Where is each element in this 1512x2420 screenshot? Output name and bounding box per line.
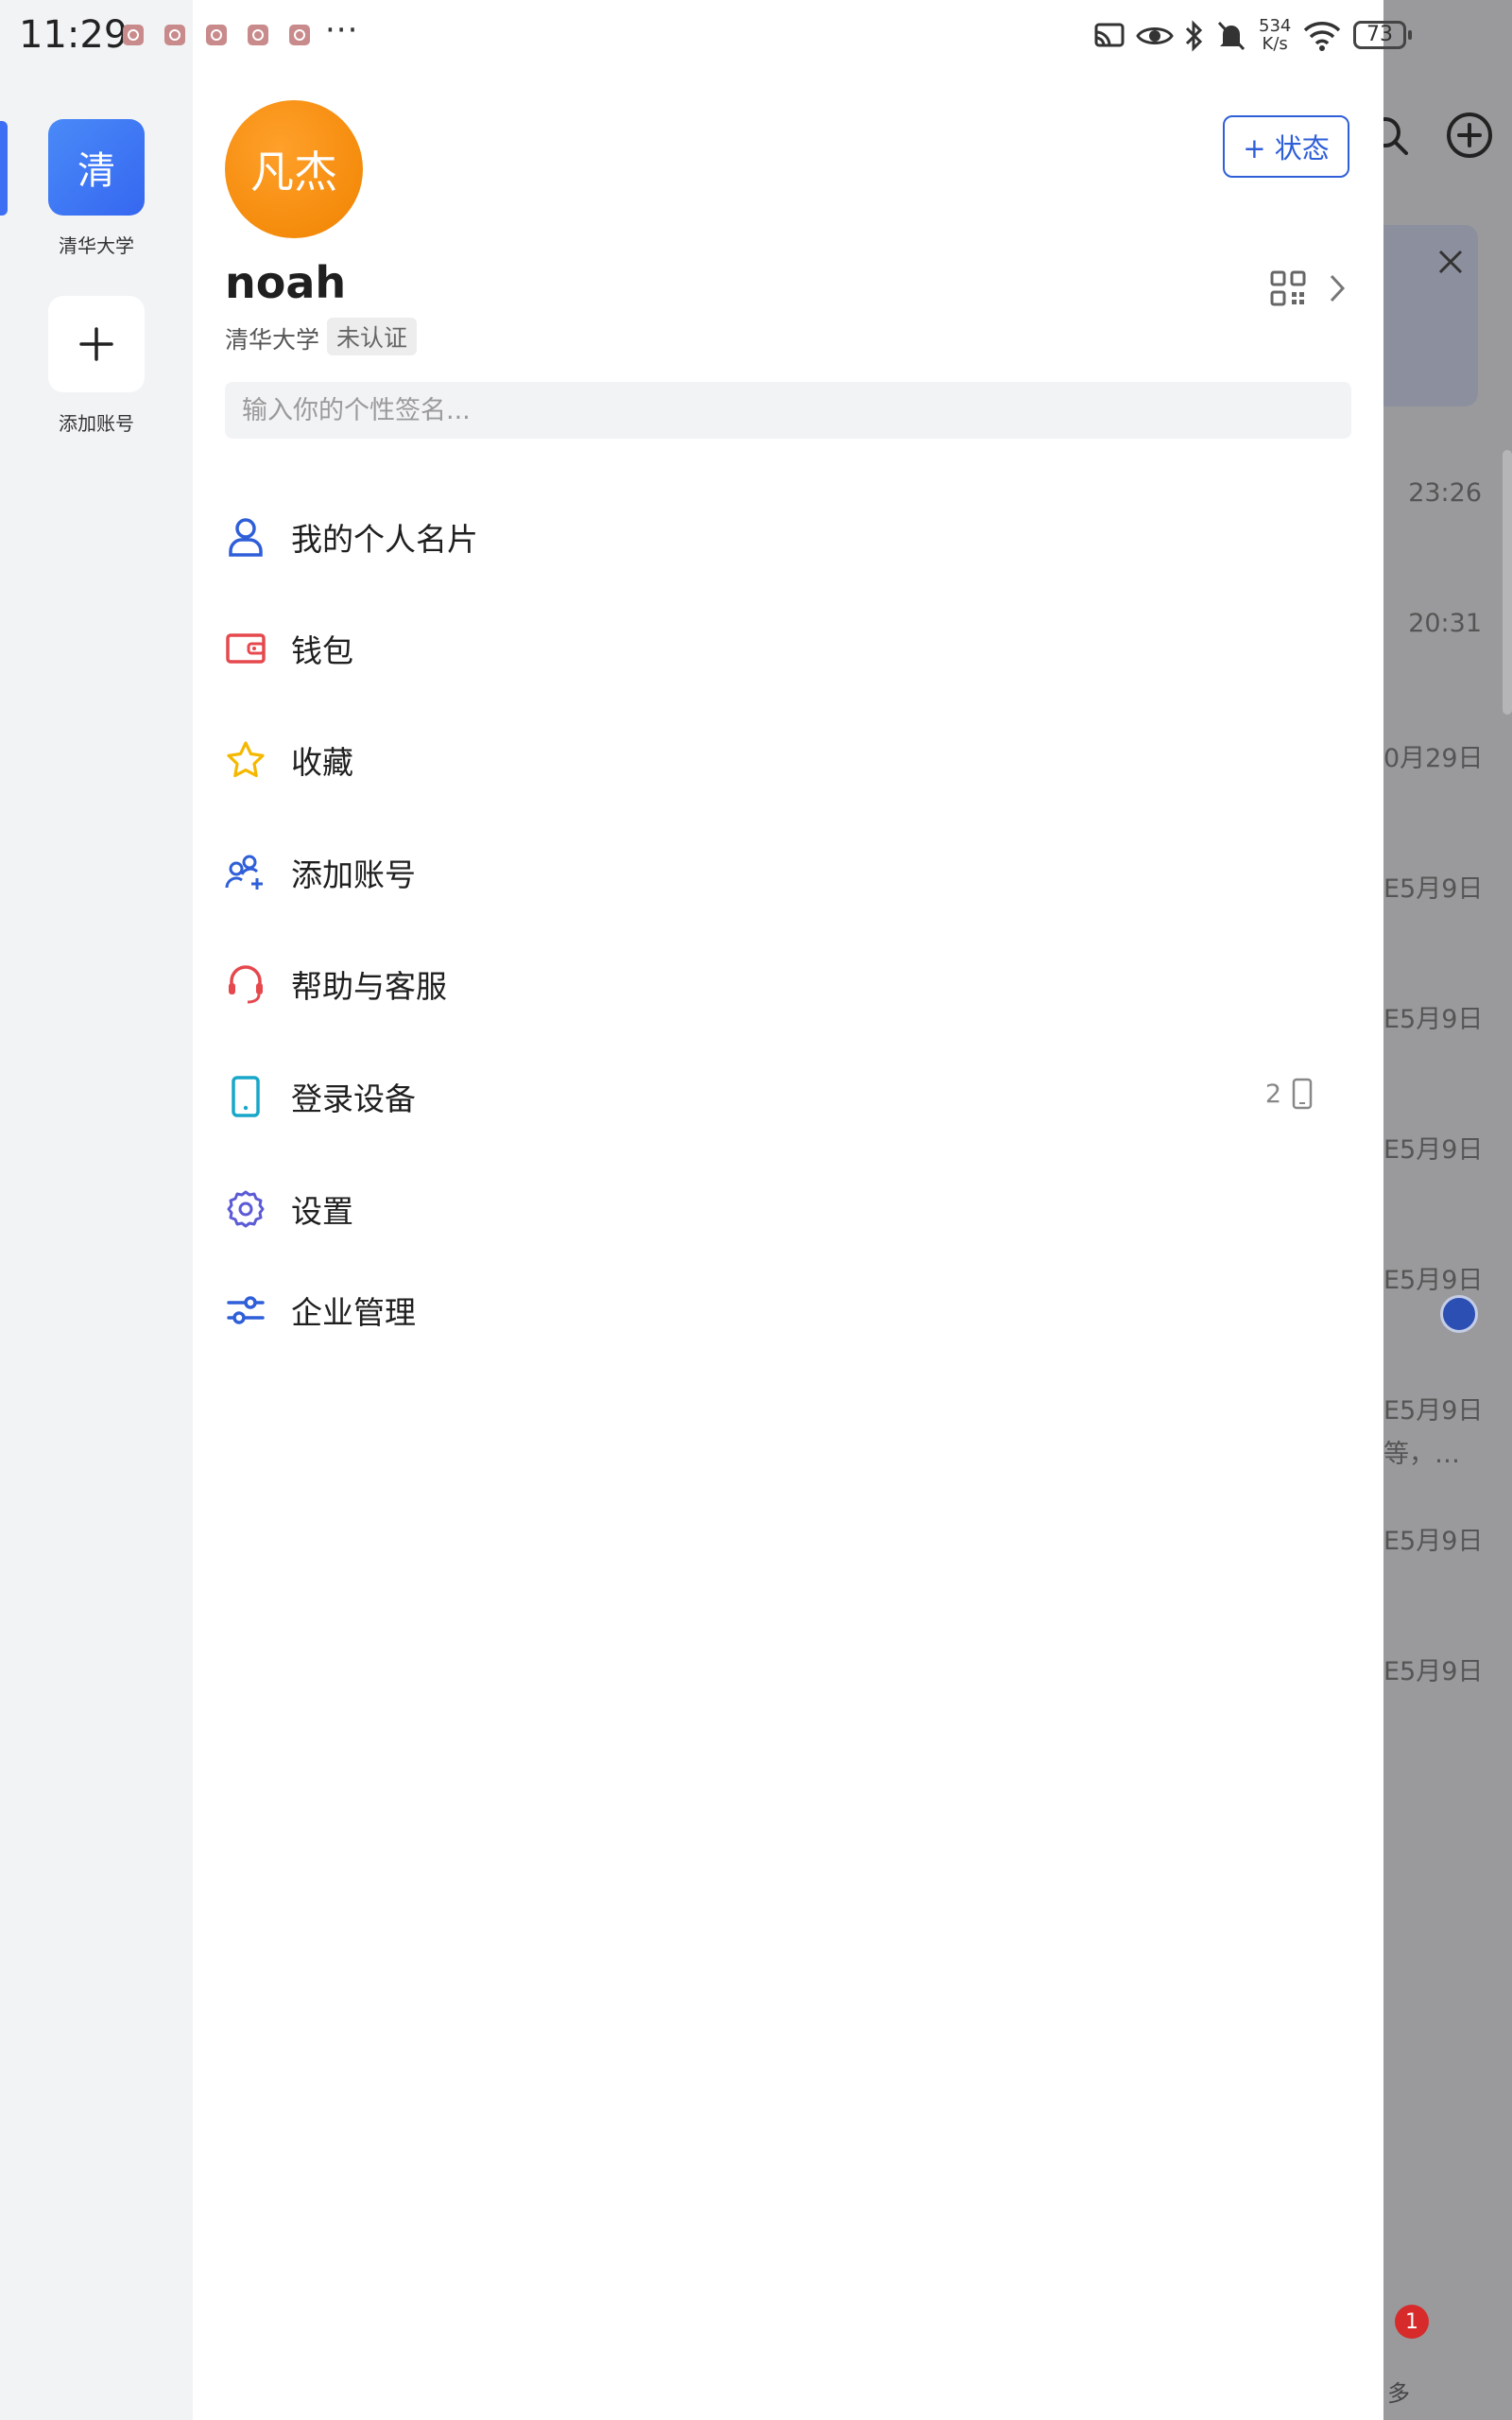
- battery-indicator: 73: [1353, 21, 1412, 49]
- account-switch-qinghua[interactable]: 清: [48, 119, 145, 216]
- username: noah: [225, 257, 347, 308]
- menu-item-wallet[interactable]: 钱包: [225, 609, 1351, 688]
- search-icon: [1383, 117, 1408, 155]
- add-account-button[interactable]: [48, 296, 145, 392]
- device-phone-icon: [1292, 1078, 1313, 1110]
- chat-time: E5月9日: [1383, 1005, 1484, 1034]
- profile-drawer: 凡杰 + 状态 noah 清华大学 未认证 我的个人名片 钱包 收藏: [193, 0, 1383, 2420]
- menu-label: 企业管理: [291, 1294, 416, 1331]
- organization-name: 清华大学: [225, 326, 320, 354]
- scrollbar: [1503, 450, 1512, 715]
- add-circle-icon: [1447, 112, 1492, 158]
- wallet-icon: [225, 628, 266, 669]
- notification-icon: [289, 25, 310, 45]
- bluetooth-icon: [1185, 20, 1203, 52]
- chat-preview: 等，…: [1383, 1440, 1460, 1469]
- menu-item-favorites[interactable]: 收藏: [225, 720, 1351, 800]
- chat-time: 23:26: [1408, 478, 1482, 508]
- chat-time: E5月9日: [1383, 1266, 1484, 1295]
- qr-code-icon[interactable]: [1270, 270, 1306, 306]
- chat-time: 0月29日: [1383, 744, 1484, 773]
- menu-label: 帮助与客服: [291, 968, 447, 1005]
- eye-icon: [1136, 27, 1174, 44]
- menu-label: 设置: [291, 1193, 353, 1230]
- add-account-icon: [225, 852, 266, 893]
- network-speed: 534 K/s: [1259, 16, 1292, 54]
- phone-icon: [225, 1076, 266, 1117]
- chat-time: E5月9日: [1383, 1135, 1484, 1165]
- menu-item-enterprise-management[interactable]: 企业管理: [225, 1270, 1351, 1350]
- menu-item-login-devices[interactable]: 登录设备 2: [225, 1057, 1351, 1136]
- signature-input[interactable]: [225, 382, 1351, 439]
- chat-time: E5月9日: [1383, 1527, 1484, 1556]
- add-account-label: 添加账号: [59, 412, 134, 435]
- notification-icon: [206, 25, 227, 45]
- verification-badge: 未认证: [327, 318, 418, 355]
- menu-item-settings[interactable]: 设置: [225, 1169, 1351, 1249]
- avatar[interactable]: 凡杰: [225, 100, 363, 238]
- wifi-icon: [1303, 22, 1341, 51]
- star-icon: [225, 739, 266, 781]
- notification-icon: [248, 25, 268, 45]
- set-status-button[interactable]: + 状态: [1223, 115, 1349, 178]
- active-account-indicator: [0, 121, 8, 216]
- chat-time: E5月9日: [1383, 1396, 1484, 1426]
- account-rail: 清 清华大学 添加账号: [0, 0, 193, 2420]
- mute-bell-icon: [1217, 21, 1246, 51]
- more-notifications-icon: ···: [325, 11, 359, 49]
- chat-time: E5月9日: [1383, 1657, 1484, 1686]
- close-icon: [1438, 250, 1463, 274]
- more-tab-label: 多: [1387, 2380, 1410, 2407]
- menu-item-help-support[interactable]: 帮助与客服: [225, 944, 1351, 1024]
- device-count-value: 2: [1264, 1079, 1281, 1109]
- chevron-right-icon[interactable]: [1325, 270, 1349, 306]
- device-count: 2: [1265, 1078, 1314, 1110]
- background-chat-list[interactable]: 23:26 20:31 0月29日 E5月9日 E5月9日 E5月9日 E5月9…: [1383, 0, 1512, 2420]
- sliders-icon: [225, 1289, 266, 1331]
- menu-label: 添加账号: [291, 856, 416, 893]
- menu-label: 登录设备: [291, 1080, 416, 1117]
- chat-time: 20:31: [1408, 609, 1482, 638]
- notification-icon: [123, 25, 144, 45]
- person-icon: [225, 516, 266, 558]
- clock: 11:29: [19, 13, 129, 57]
- unread-badge: 1: [1395, 2305, 1429, 2339]
- message-status-icon: [1440, 1295, 1478, 1333]
- headset-icon: [225, 963, 266, 1005]
- notification-icon: [164, 25, 185, 45]
- menu-label: 收藏: [291, 744, 353, 781]
- menu-label: 钱包: [291, 632, 353, 669]
- menu-label: 我的个人名片: [291, 521, 478, 558]
- chat-time: E5月9日: [1383, 874, 1484, 904]
- gear-icon: [225, 1188, 266, 1230]
- plus-icon: [79, 327, 113, 361]
- status-bar: 11:29 ··· 534 K/s 73: [0, 0, 1512, 76]
- banner-card: [1383, 225, 1478, 406]
- cast-icon: [1094, 23, 1125, 47]
- menu-item-business-card[interactable]: 我的个人名片: [225, 497, 1351, 577]
- account-name-label: 清华大学: [59, 234, 134, 257]
- menu-item-add-account[interactable]: 添加账号: [225, 833, 1351, 912]
